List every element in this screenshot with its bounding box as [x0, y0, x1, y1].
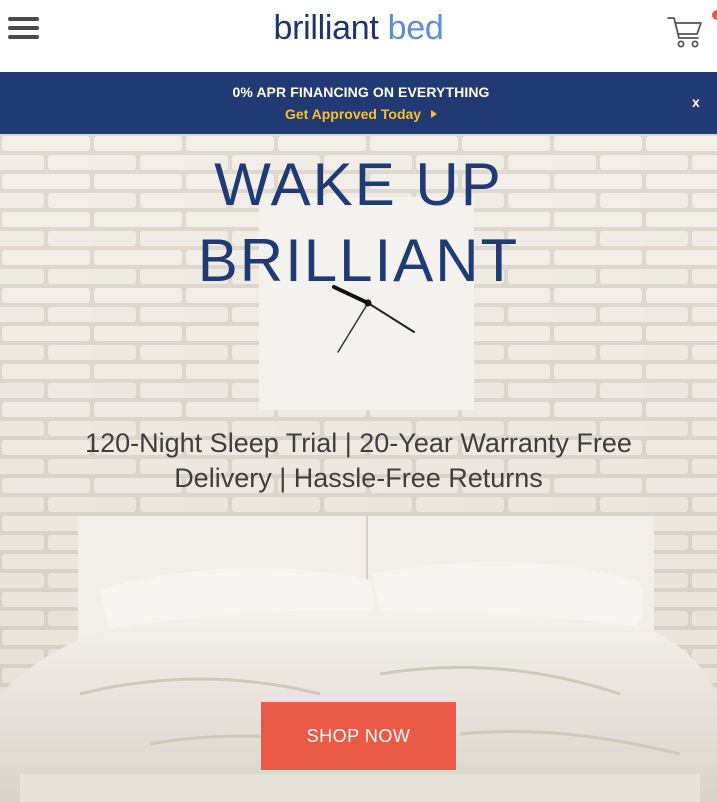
shop-now-button[interactable]: SHOP NOW [261, 702, 456, 770]
play-arrow-icon [431, 110, 438, 119]
hero-features-line1: 120-Night Sleep Trial | 20-Year Warranty… [85, 428, 632, 458]
get-approved-label: Get Approved Today [284, 106, 422, 122]
promo-banner: 0% APR FINANCING ON EVERYTHING Get Appro… [0, 72, 717, 134]
logo-word-brilliant: brilliant [273, 9, 379, 47]
site-header: brilliant bed [0, 0, 717, 72]
hero-headline-line2: BRILLIANT [197, 227, 520, 294]
get-approved-link[interactable]: Get Approved Today [0, 106, 717, 122]
cart-badge [712, 10, 717, 20]
shopping-cart-icon[interactable] [666, 14, 704, 50]
promo-title: 0% APR FINANCING ON EVERYTHING [232, 84, 490, 100]
hamburger-menu-icon[interactable] [8, 17, 40, 41]
hero-headline-line1: WAKE UP [214, 151, 503, 218]
brand-logo[interactable]: brilliant bed [0, 9, 717, 48]
hero-section: WAKE UP BRILLIANT 120-Night Sleep Trial … [0, 134, 717, 802]
logo-word-bed: bed [387, 9, 444, 47]
promo-close-button[interactable]: x [692, 94, 706, 112]
hero-features-line2: Delivery | Hassle-Free Returns [174, 463, 543, 493]
